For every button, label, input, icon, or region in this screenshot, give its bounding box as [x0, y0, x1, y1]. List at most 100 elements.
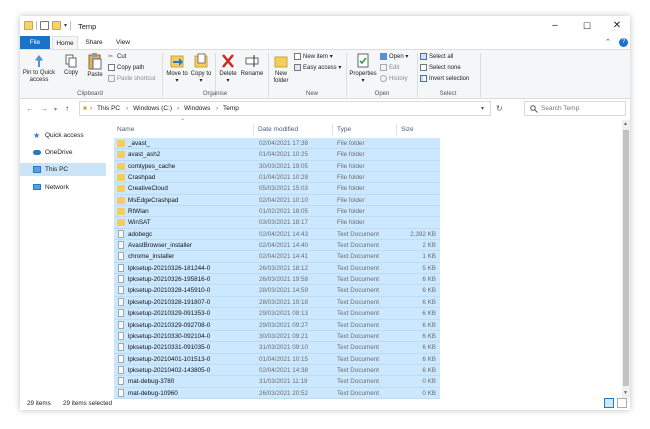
recent-locations-icon[interactable]: ▾ — [54, 106, 57, 113]
edit-button[interactable]: Edit — [380, 64, 399, 72]
tab-share[interactable]: Share — [82, 36, 106, 49]
table-row[interactable]: lpksetup-20210402-143805-0 02/04/2021 14:… — [114, 364, 440, 377]
table-row[interactable]: MsEdgeCrashpad 02/04/2021 10:10 File folde… — [114, 194, 440, 207]
nav-item-quick-access[interactable]: ★ Quick access — [20, 129, 106, 142]
table-row[interactable]: lpksetup-20210326-195816-0 26/03/2021 19:… — [114, 274, 440, 286]
address-dropdown-icon[interactable]: ▾ — [481, 105, 484, 112]
breadcrumb-this-pc[interactable]: This PC — [97, 105, 120, 112]
divider — [253, 124, 254, 136]
invert-selection-button[interactable]: Invert selection — [420, 75, 469, 83]
select-none-button[interactable]: Select none — [420, 64, 461, 72]
select-all-button[interactable]: Select all — [420, 53, 453, 61]
customize-toolbar-icon[interactable]: ▾ — [64, 22, 67, 29]
column-header-name[interactable]: Name — [117, 126, 134, 133]
scroll-down-icon[interactable]: ▼ — [623, 390, 628, 396]
breadcrumb-windows-c[interactable]: Windows (C:) — [133, 105, 172, 112]
properties-quick-icon[interactable] — [40, 21, 49, 30]
folder-icon — [117, 185, 125, 193]
tab-home[interactable]: Home — [52, 36, 78, 49]
new-folder-label: New folder — [273, 71, 289, 84]
search-input[interactable]: Search Temp — [524, 101, 626, 116]
column-header-type[interactable]: Type — [337, 126, 351, 133]
table-row[interactable]: lpksetup-20210331-091035-0 31/03/2021 09:… — [114, 342, 440, 354]
chevron-down-icon: ▾ — [405, 54, 409, 61]
rename-button[interactable]: Rename — [240, 53, 264, 78]
table-row[interactable]: lpksetup-20210330-092104-0 30/03/2021 09:… — [114, 330, 440, 343]
pin-quick-access-button[interactable]: Pin to Quick access — [22, 54, 56, 84]
table-row[interactable]: lpksetup-20210401-101513-0 01/04/2021 10:… — [114, 353, 440, 365]
ribbon-collapse-icon[interactable]: ⌃ — [605, 38, 611, 46]
file-explorer-window: ▾ Temp – ☐ ✕ File Home Share View ⌃ ? Pi… — [20, 16, 630, 410]
large-icons-view-icon[interactable] — [617, 398, 627, 408]
paste-shortcut-icon — [108, 75, 115, 82]
refresh-icon[interactable]: ↻ — [496, 104, 503, 113]
nav-item-network[interactable]: Network — [20, 181, 106, 194]
nav-item-onedrive[interactable]: OneDrive — [20, 146, 106, 159]
address-bar[interactable]: ■ › This PC › Windows (C:) › Windows › T… — [79, 101, 491, 116]
new-item-button[interactable]: New item ▾ — [294, 53, 333, 61]
file-name: lpksetup-20210330-092104-0 — [128, 332, 211, 340]
new-item-icon — [294, 53, 301, 60]
table-row[interactable]: CreativeCloud 05/03/2021 15:03 File folder — [114, 183, 440, 195]
chevron-down-icon: ▾ — [329, 54, 333, 61]
copy-to-button[interactable]: Copy to ▾ — [190, 53, 212, 85]
paste-shortcut-button[interactable]: Paste shortcut — [108, 75, 155, 83]
file-list: ⌃ Name Date modified Type Size _avast_ 02… — [108, 119, 622, 399]
breadcrumb-windows[interactable]: Windows — [184, 105, 210, 112]
table-row[interactable]: RtWlan 01/02/2021 18:05 File folder — [114, 206, 440, 218]
vertical-scrollbar[interactable]: ▲ ▼ — [622, 120, 630, 398]
scroll-up-icon[interactable]: ▲ — [623, 121, 628, 127]
file-size: 2,392 KB — [410, 230, 436, 238]
table-row[interactable]: lpksetup-20210328-145910-0 28/03/2021 14:… — [114, 285, 440, 297]
text-document-icon — [118, 229, 124, 238]
nav-item-this-pc[interactable]: This PC — [20, 163, 106, 176]
table-row[interactable]: lpksetup-20210329-092708-0 29/03/2021 09:… — [114, 319, 440, 331]
folder-icon — [117, 162, 125, 170]
table-row[interactable]: lpksetup-20210326-181244-0 26/03/2021 18:… — [114, 262, 440, 275]
forward-arrow-icon[interactable]: → — [40, 104, 48, 113]
help-icon[interactable]: ? — [619, 38, 628, 47]
delete-button[interactable]: Delete ▾ — [217, 53, 239, 85]
column-header-size[interactable]: Size — [401, 126, 414, 133]
minimize-button[interactable]: – — [540, 16, 570, 36]
table-row[interactable]: mat-debug-3780 31/03/2021 11:19 Text Docum… — [114, 376, 440, 388]
file-date: 29/03/2021 09:13 — [259, 310, 309, 318]
back-arrow-icon[interactable]: ← — [26, 104, 34, 113]
new-folder-button[interactable]: New folder — [270, 53, 292, 85]
file-type: Text Document — [337, 264, 379, 272]
file-date: 30/03/2021 19:05 — [259, 162, 309, 170]
table-row[interactable]: avast_ash2 01/04/2021 10:25 File folder — [114, 149, 440, 161]
paste-button[interactable]: Paste — [84, 52, 106, 79]
move-to-button[interactable]: Move to ▾ — [166, 53, 188, 85]
tab-file[interactable]: File — [20, 36, 50, 49]
divider — [480, 53, 481, 97]
search-placeholder: Search Temp — [541, 105, 580, 112]
copy-path-button[interactable]: Copy path — [108, 64, 144, 72]
up-arrow-icon[interactable]: ↑ — [65, 104, 69, 113]
details-view-icon[interactable] — [604, 398, 614, 408]
properties-button[interactable]: Properties ▾ — [348, 53, 378, 85]
maximize-button[interactable]: ☐ — [572, 16, 602, 36]
table-row[interactable]: lpksetup-20210328-191807-0 28/03/2021 19:… — [114, 296, 440, 309]
history-button[interactable]: History — [380, 75, 408, 83]
easy-access-button[interactable]: Easy access ▾ — [294, 64, 341, 72]
divider — [70, 21, 72, 30]
breadcrumb-temp[interactable]: Temp — [223, 105, 239, 112]
close-button[interactable]: ✕ — [602, 16, 630, 36]
table-row[interactable]: WinSAT 03/03/2021 18:17 File folder — [114, 217, 440, 229]
table-row[interactable]: lpksetup-20210329-091353-0 29/03/2021 09:… — [114, 308, 440, 320]
table-row[interactable]: adobegc 02/04/2021 14:43 Text Document 2,39… — [114, 228, 440, 241]
tab-view[interactable]: View — [112, 36, 134, 49]
table-row[interactable]: comtypes_cache 30/03/2021 19:05 File folde… — [114, 160, 440, 173]
table-row[interactable]: Crashpad 01/04/2021 10:29 File folder — [114, 172, 440, 184]
cut-button[interactable]: ✂ Cut — [108, 53, 126, 61]
new-folder-quick-icon[interactable] — [52, 21, 61, 30]
copy-button[interactable]: Copy — [60, 54, 82, 77]
scrollbar-thumb[interactable] — [623, 130, 629, 386]
column-header-date[interactable]: Date modified — [258, 126, 298, 133]
open-button[interactable]: Open ▾ — [380, 53, 408, 61]
table-row[interactable]: _avast_ 02/04/2021 17:38 File folder — [114, 138, 440, 150]
file-date: 30/03/2021 09:21 — [259, 332, 309, 340]
table-row[interactable]: chrome_installer 02/04/2021 14:41 Text Doc… — [114, 251, 440, 263]
table-row[interactable]: AvastBrowser_installer 02/04/2021 14:40 Te… — [114, 240, 440, 252]
